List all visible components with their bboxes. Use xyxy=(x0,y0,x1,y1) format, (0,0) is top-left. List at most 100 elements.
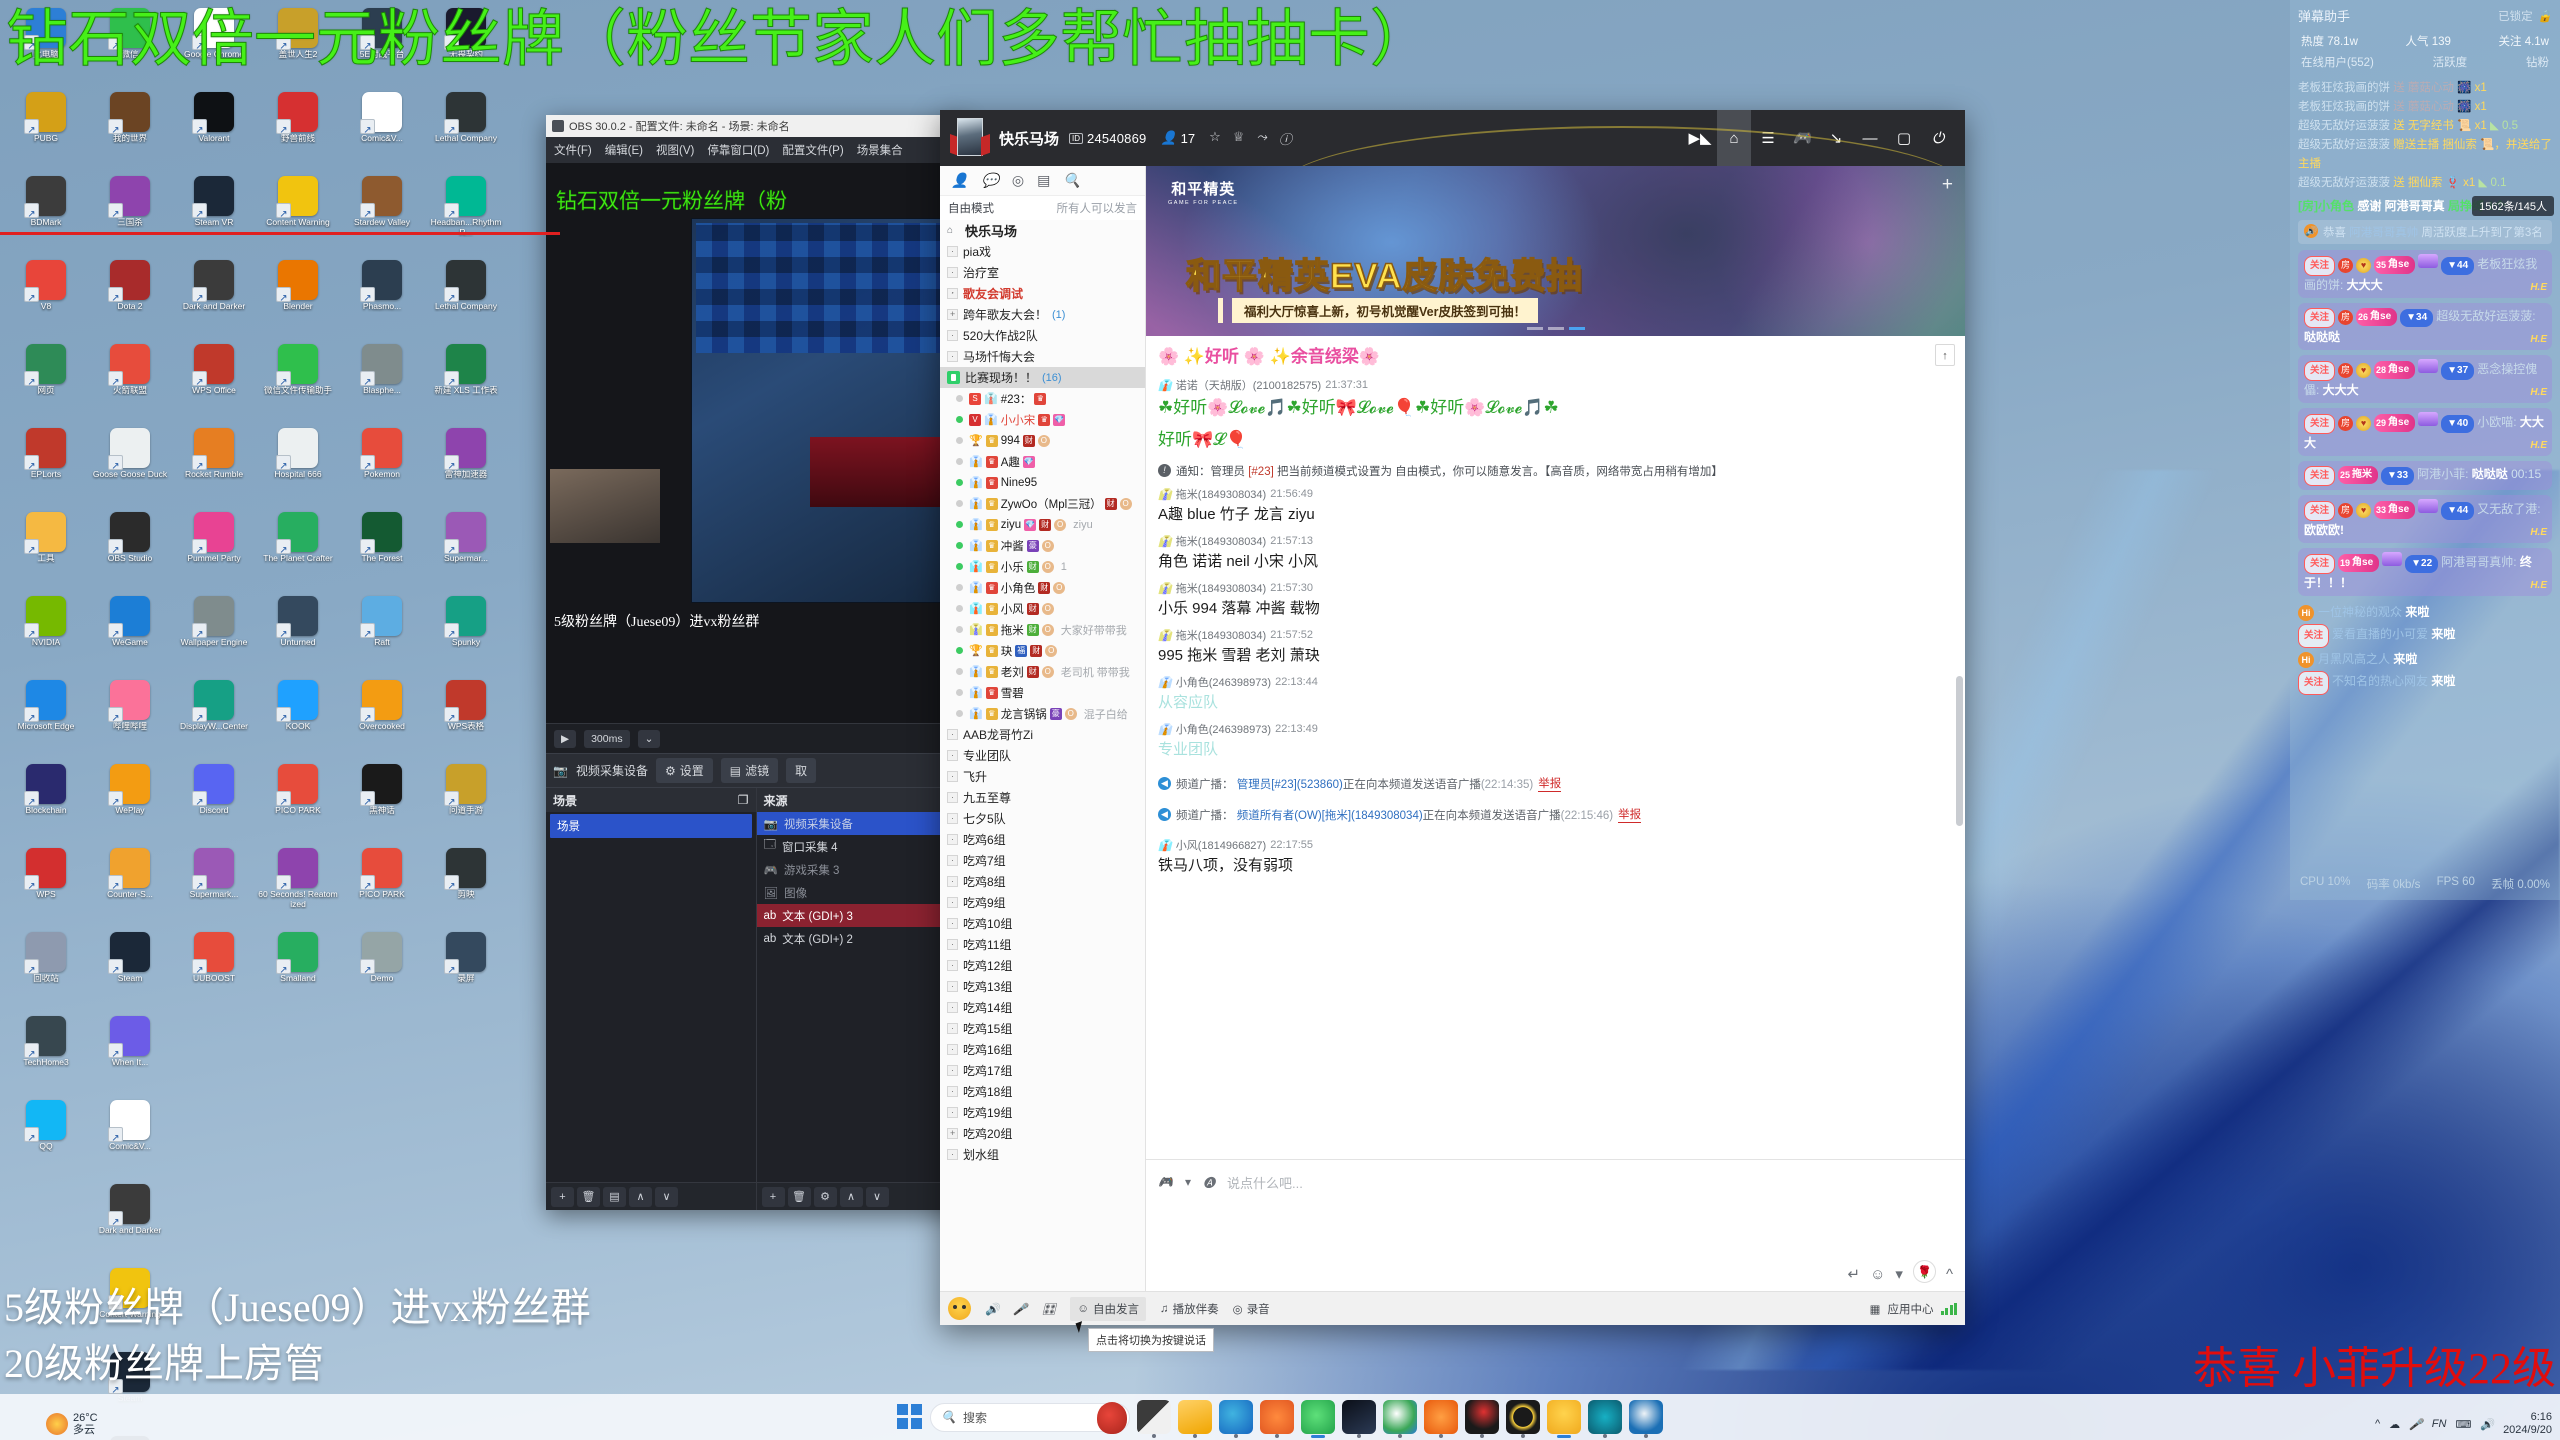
desktop-icon[interactable]: Blender xyxy=(256,256,340,340)
taskbar-clock[interactable]: 6:16 2024/9/20 xyxy=(2503,1411,2552,1437)
channel-row[interactable]: · pia戏 xyxy=(940,241,1145,262)
channel-row[interactable]: + 吃鸡20组 xyxy=(940,1123,1145,1144)
desktop-icon[interactable]: Lethal Company xyxy=(424,256,508,340)
desktop-icon[interactable]: QQ xyxy=(4,1096,88,1180)
banner-carousel-dots[interactable] xyxy=(1526,327,1585,330)
expand-icon[interactable]: · xyxy=(947,729,958,740)
obs-transition-bar[interactable]: ▶ 300ms ⌄ xyxy=(546,723,966,753)
desktop-icon[interactable]: Pokemon xyxy=(340,424,424,508)
desktop-icon[interactable]: Overcooked xyxy=(340,676,424,760)
desktop-icon[interactable]: Unturned xyxy=(256,592,340,676)
desktop-icon[interactable]: Dark and Darker xyxy=(172,256,256,340)
follow-badge[interactable]: 关注 xyxy=(2304,361,2336,381)
copy-icon[interactable]: ❐ xyxy=(738,793,749,807)
obs-menu-dock[interactable]: 停靠窗口(D) xyxy=(707,142,769,158)
desktop-icon[interactable]: UUBOOST xyxy=(172,928,256,1012)
channel-row[interactable]: + 跨年歌友大会！ (1) xyxy=(940,304,1145,325)
emoji-pack-icon[interactable]: 🎮 xyxy=(1158,1175,1173,1189)
message-author[interactable]: 拖米(1849308034) xyxy=(1176,486,1267,502)
power-icon[interactable]: ⏻ xyxy=(1921,110,1955,166)
message-author[interactable]: 拖米(1849308034) xyxy=(1176,580,1267,596)
desktop-icon[interactable]: Dota 2 xyxy=(88,256,172,340)
taskbar-tray[interactable]: ^ ☁ 🎤 FN ⌨ 🔊 6:16 2024/9/20 xyxy=(2375,1411,2552,1437)
desktop-icon[interactable]: WPS xyxy=(4,844,88,928)
expand-icon[interactable]: · xyxy=(947,288,958,299)
channel-row[interactable]: · 飞升 xyxy=(940,766,1145,787)
promo-banner[interactable]: 和平精英 GAME FOR PEACE 和平精英EVA皮肤免费抽 福利大厅惊喜上… xyxy=(1146,166,1965,336)
obs-menubar[interactable]: 文件(F) 编辑(E) 视图(V) 停靠窗口(D) 配置文件(P) 场景集合 xyxy=(546,137,966,163)
desktop-icon[interactable]: Rocket Rumble xyxy=(172,424,256,508)
obs-menu-file[interactable]: 文件(F) xyxy=(554,142,592,158)
obs-docks[interactable]: 场景 ❐ 场景 + 🗑 ▤ ∧ ∨ 来源 📷视频采集设备🚫🗔窗口采集 4👁🎮游戏… xyxy=(546,787,966,1210)
chevron-up-icon[interactable]: ^ xyxy=(1946,1266,1953,1283)
chevron-down-icon[interactable]: ▾ xyxy=(1185,1175,1191,1189)
dot-3[interactable] xyxy=(1568,327,1585,330)
obs-scenes-list[interactable]: 场景 xyxy=(546,812,756,1182)
location-icon[interactable]: ◎ xyxy=(1012,172,1024,189)
record-button[interactable]: ◎ 录音 xyxy=(1233,1301,1270,1317)
member-row[interactable]: 👔 ♛ 冲酱豪 O xyxy=(940,535,1145,556)
desktop-icon[interactable]: Discord xyxy=(172,760,256,844)
expand-icon[interactable]: · xyxy=(947,834,958,845)
expand-icon[interactable]: · xyxy=(947,1002,958,1013)
taskbar-app-wechat[interactable] xyxy=(1301,1400,1335,1438)
follow-badge[interactable]: 关注 xyxy=(2304,256,2336,276)
message-composer[interactable]: 🎮 ▾ 🅐 说点什么吧... ↵ ☺ ▾ 🌹 ^ xyxy=(1146,1159,1965,1291)
message-author[interactable]: 小角色(246398973) xyxy=(1176,721,1271,737)
desktop-icon[interactable]: Counter-S... xyxy=(88,844,172,928)
danmu-lock-button[interactable]: 已锁定 🔒 xyxy=(2498,8,2552,24)
add-scene-icon[interactable]: + xyxy=(551,1186,574,1207)
message-author[interactable]: 诺诺（天胡版）(2100182575) xyxy=(1176,377,1322,393)
gamepad-icon[interactable]: 🎮 xyxy=(1785,110,1819,166)
chevron-up-icon[interactable]: ^ xyxy=(2375,1418,2380,1430)
danmu-tab[interactable]: 在线用户(552) xyxy=(2301,54,2374,70)
message-scrollbar[interactable] xyxy=(1956,676,1963,826)
expand-icon[interactable]: · xyxy=(947,1086,958,1097)
desktop-icon[interactable]: 回收站 xyxy=(4,928,88,1012)
desktop-icon[interactable]: Microsoft Edge xyxy=(4,676,88,760)
maximize-icon[interactable]: ▢ xyxy=(1887,110,1921,166)
desktop-icon[interactable]: 我的世界 xyxy=(88,88,172,172)
taskbar-app-music[interactable] xyxy=(1465,1400,1499,1438)
minimize-icon[interactable]: ↘ xyxy=(1819,110,1853,166)
obs-source-toolbar[interactable]: 📷 视频采集设备 ⚙ 设置 ▤ 滤镜 取 xyxy=(546,753,966,787)
obs-window[interactable]: OBS 30.0.2 - 配置文件: 未命名 - 场景: 未命名 文件(F) 编… xyxy=(546,115,966,1210)
desktop-icon[interactable]: WPS表格 xyxy=(424,676,508,760)
member-row[interactable]: 👔 ♛ 龙言锅锅豪 O 混子白给 xyxy=(940,703,1145,724)
volume-icon[interactable]: 🔊 xyxy=(2480,1418,2494,1431)
obs-transition-pill-2[interactable]: 300ms xyxy=(584,729,630,748)
mic-mode-button[interactable]: ☺ 自由发言 xyxy=(1070,1296,1147,1321)
obs-cancel-button[interactable]: 取 xyxy=(786,758,817,783)
desktop-icon[interactable]: Hospital 666 xyxy=(256,424,340,508)
channel-row[interactable]: · 吃鸡9组 xyxy=(940,892,1145,913)
desktop-icon[interactable]: When It... xyxy=(88,1012,172,1096)
channel-list[interactable]: ⌂ 快乐马场 · pia戏 · 治疗室 · 歌友会调试 + 跨年歌友大会！ (1) · 520大作战2队… xyxy=(940,220,1145,1291)
obs-source-row[interactable]: ab文本 (GDI+) 3👁 xyxy=(756,904,966,927)
chat-titlebar[interactable]: 快乐马场 ID 24540869 👤 17 ☆ ♕ ⤳ ⓘ ▶◣ ⌂ ☰ 🎮 ↘… xyxy=(940,110,1965,166)
channel-row[interactable]: · 吃鸡13组 xyxy=(940,976,1145,997)
desktop-icon[interactable]: The Planet Crafter xyxy=(256,508,340,592)
obs-filters-button[interactable]: ▤ 滤镜 xyxy=(720,758,779,783)
onedrive-icon[interactable]: ☁ xyxy=(2389,1418,2400,1431)
channel-row[interactable]: · 吃鸡10组 xyxy=(940,913,1145,934)
composer-top[interactable]: 🎮 ▾ 🅐 说点什么吧... xyxy=(1146,1160,1965,1204)
grid-icon[interactable]: ▦ xyxy=(1870,1302,1881,1316)
desktop-icon[interactable]: 三国杀 xyxy=(88,172,172,256)
obs-source-row[interactable]: 🎮游戏采集 3🚫 xyxy=(757,858,967,881)
channel-row[interactable]: · 520大作战2队 xyxy=(940,325,1145,346)
expand-icon[interactable]: · xyxy=(947,918,958,929)
dot-1[interactable] xyxy=(1526,327,1543,330)
channel-row[interactable]: · 治疗室 xyxy=(940,262,1145,283)
expand-icon[interactable]: · xyxy=(947,981,958,992)
desktop-icon[interactable]: Demo xyxy=(340,928,424,1012)
play-music-button[interactable]: ♫ 播放伴奏 xyxy=(1160,1301,1219,1317)
move-source-up-icon[interactable]: ∧ xyxy=(839,1186,863,1207)
follow-badge[interactable]: 关注 xyxy=(2304,501,2336,521)
enter-icon[interactable]: ↵ xyxy=(1848,1265,1861,1283)
expand-icon[interactable]: · xyxy=(947,876,958,887)
taskbar-app-tool[interactable] xyxy=(1424,1400,1458,1438)
speech-icon[interactable]: 💬 xyxy=(981,172,998,189)
expand-icon[interactable]: · xyxy=(947,1044,958,1055)
obs-menu-view[interactable]: 视图(V) xyxy=(656,142,694,158)
expand-icon[interactable]: · xyxy=(947,855,958,866)
